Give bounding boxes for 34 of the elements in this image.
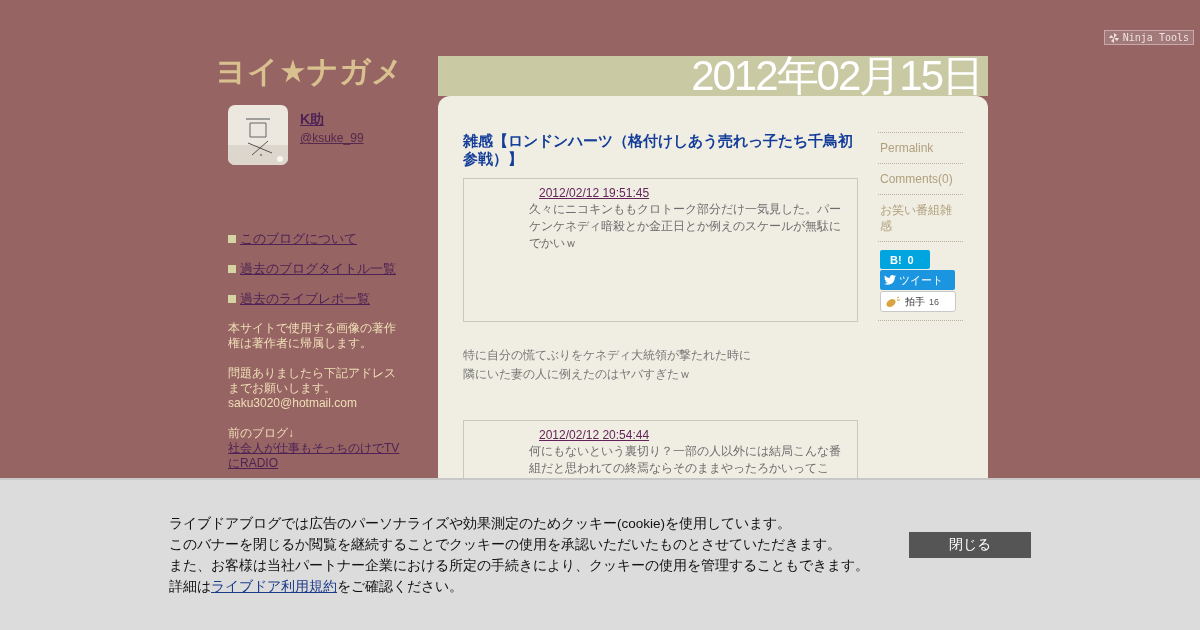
quote-date-link[interactable]: 2012/02/12 19:51:45 xyxy=(539,186,650,200)
terms-sentence: 詳細はライブドア利用規約をご確認ください。 xyxy=(169,578,464,596)
terms-link[interactable]: ライブドア利用規約 xyxy=(211,579,337,594)
quote-date-link[interactable]: 2012/02/12 20:54:44 xyxy=(539,428,650,442)
bullet-icon xyxy=(228,265,236,273)
clap-button[interactable]: 拍手 16 xyxy=(880,291,956,312)
bookmark-button[interactable]: B! 0 xyxy=(880,250,930,269)
profile-handle[interactable]: @ksuke_99 xyxy=(300,131,364,145)
category-link[interactable]: お笑い番組雑感 xyxy=(878,194,963,241)
permalink-link[interactable]: Permalink xyxy=(878,132,963,163)
blog-title: ヨイ★ナガメ xyxy=(215,54,404,90)
tweet-button[interactable]: ツイート xyxy=(880,270,955,290)
ninja-tools-button[interactable]: Ninja Tools xyxy=(1103,30,1194,45)
cookie-notice-text: また、お客様は当社パートナー企業における所定の手続きにより、クッキーの使用を管理することもできます。 xyxy=(169,557,869,575)
post-title: 雑感【ロンドンハーツ（格付けしあう売れっ子たち千鳥初参戦）】 xyxy=(463,132,854,168)
copyright-notice: 本サイトで使用する画像の著作権は著作者に帰属します。 xyxy=(228,321,397,351)
profile-name[interactable]: K助 xyxy=(300,111,364,129)
date-header: 2012年02月15日 xyxy=(691,56,982,96)
contact-notice: 問題ありましたら下記アドレスまでお願いします。 xyxy=(228,366,397,396)
bullet-icon xyxy=(228,295,236,303)
previous-blog-link[interactable]: 社会人が仕事もそっちのけでTVにRADIO xyxy=(228,441,402,471)
previous-blog-label: 前のブログ↓ xyxy=(228,426,295,441)
pinwheel-icon xyxy=(1108,32,1119,43)
cookie-notice-text: ライブドアブログでは広告のパーソナライズや効果測定のためクッキー(cookie)を使用しています。 xyxy=(169,515,792,533)
email-address: saku3020@hotmail.com xyxy=(228,396,358,411)
quote-text: 久々にニコキンももクロトーク部分だけ一気見した。パーケンケネディ暗殺とか金正日とか例えのスケールが無駄にでかいｗ xyxy=(529,201,842,252)
bullet-icon xyxy=(228,235,236,243)
comments-link[interactable]: Comments(0) xyxy=(878,163,963,194)
cookie-notice-text: このバナーを閉じるか閲覧を継続することでクッキーの使用を承認いただいたものとさせていただきます。 xyxy=(169,536,842,554)
bird-icon xyxy=(884,275,896,285)
close-button[interactable]: 閉じる xyxy=(909,532,1031,558)
sidebar-link[interactable]: このブログについて xyxy=(240,231,357,247)
quote-text: 何にもないという裏切り？一部の人以外には結局こんな番組だと思われての終焉ならそのままやったろかいってこ xyxy=(529,443,842,477)
post-paragraph: 特に自分の慌てぶりをケネディ大統領が撃たれた時に 隣にいた妻の人に例えたのはヤバすぎたｗ xyxy=(463,347,752,383)
